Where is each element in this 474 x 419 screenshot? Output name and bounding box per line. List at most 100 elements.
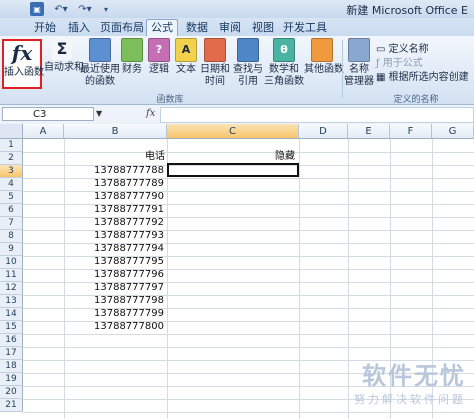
book-icon [311, 38, 333, 62]
gridline [23, 152, 474, 153]
book-icon: ? [148, 38, 170, 62]
row-header-10[interactable]: 10 [0, 256, 23, 269]
cell-b10[interactable]: 13788777795 [64, 256, 164, 268]
formula-bar: C3 ▼ fx [0, 105, 474, 125]
tab-formulas[interactable]: 公式 [146, 19, 178, 36]
cell-b12[interactable]: 13788777797 [64, 282, 164, 294]
formula-input[interactable] [160, 107, 474, 123]
math-trig-button[interactable]: θ 数学和 三角函数 [264, 38, 304, 90]
row-header-6[interactable]: 6 [0, 204, 23, 217]
cell-b11[interactable]: 13788777796 [64, 269, 164, 281]
watermark: 软件无忧 努力解决软件问题 [354, 356, 466, 407]
row-header-7[interactable]: 7 [0, 217, 23, 230]
title-bar: ▣ ↶▾ ↷▾ ▾ 新建 Microsoft Office E [0, 0, 474, 19]
redo-icon[interactable]: ↷▾ [74, 2, 96, 16]
tab-page-layout[interactable]: 页面布局 [99, 20, 145, 36]
watermark-main: 软件无忧 [362, 362, 466, 390]
book-icon [89, 38, 111, 62]
column-header-d[interactable]: D [299, 124, 348, 139]
column-header-g[interactable]: G [432, 124, 474, 139]
ribbon-tabs: 开始 插入 页面布局 公式 数据 审阅 视图 开发工具 [0, 18, 474, 37]
autosum-button[interactable]: Σ 自动求和 [44, 38, 84, 90]
more-functions-button[interactable]: 其他函数 [304, 38, 344, 90]
group-label-defined-names: 定义的名称 [393, 95, 439, 105]
define-name-button[interactable]: ▭ 定义名称 [376, 40, 429, 55]
tab-developer[interactable]: 开发工具 [282, 20, 328, 36]
cell-b15[interactable]: 13788777800 [64, 321, 164, 333]
cell-c3-selected[interactable] [167, 163, 299, 177]
row-header-16[interactable]: 16 [0, 334, 23, 347]
cell-c2[interactable]: 隐藏 [275, 151, 295, 163]
lookup-button[interactable]: 查找与 引用 [232, 38, 264, 90]
cell-b8[interactable]: 13788777793 [64, 230, 164, 242]
cell-b9[interactable]: 13788777794 [64, 243, 164, 255]
tab-view[interactable]: 视图 [248, 20, 278, 36]
column-header-b[interactable]: B [64, 124, 167, 139]
row-header-9[interactable]: 9 [0, 243, 23, 256]
cell-b7[interactable]: 13788777792 [64, 217, 164, 229]
row-header-4[interactable]: 4 [0, 178, 23, 191]
financial-button[interactable]: 财务 [120, 38, 144, 90]
gridline [23, 412, 474, 413]
row-header-13[interactable]: 13 [0, 295, 23, 308]
customize-quick-access-icon[interactable]: ▾ [101, 2, 111, 16]
cell-b13[interactable]: 13788777798 [64, 295, 164, 307]
column-header-a[interactable]: A [23, 124, 64, 139]
ribbon: fx 插入函数 Σ 自动求和 最近使用 的函数 财务 ? 逻辑 A 文本 日期和… [0, 36, 474, 105]
book-icon [237, 38, 259, 62]
book-icon: A [175, 38, 197, 62]
undo-icon[interactable]: ↶▾ [50, 2, 72, 16]
cell-b5[interactable]: 13788777790 [64, 191, 164, 203]
column-header-c[interactable]: C [167, 124, 299, 139]
select-all-corner[interactable] [0, 124, 23, 139]
ribbon-separator [342, 40, 343, 98]
row-header-3[interactable]: 3 [0, 165, 23, 178]
row-header-14[interactable]: 14 [0, 308, 23, 321]
cell-b2[interactable]: 电话 [145, 151, 165, 163]
row-header-5[interactable]: 5 [0, 191, 23, 204]
cell-b3[interactable]: 13788777788 [64, 165, 164, 177]
tab-data[interactable]: 数据 [182, 20, 212, 36]
row-header-19[interactable]: 19 [0, 373, 23, 386]
book-icon: θ [273, 38, 295, 62]
tab-review[interactable]: 审阅 [215, 20, 245, 36]
row-header-21[interactable]: 21 [0, 399, 23, 412]
gridline [23, 347, 474, 348]
recent-functions-button[interactable]: 最近使用 的函数 [80, 38, 120, 90]
book-icon [121, 38, 143, 62]
text-button[interactable]: A 文本 [174, 38, 198, 90]
tag-icon [348, 38, 370, 62]
insert-function-button[interactable]: fx 插入函数 [2, 39, 44, 89]
row-header-17[interactable]: 17 [0, 347, 23, 360]
name-manager-button[interactable]: 名称 管理器 [344, 38, 374, 90]
window-title: 新建 Microsoft Office E [346, 4, 468, 17]
row-header-15[interactable]: 15 [0, 321, 23, 334]
cell-b4[interactable]: 13788777789 [64, 178, 164, 190]
row-header-8[interactable]: 8 [0, 230, 23, 243]
book-icon [204, 38, 226, 62]
row-header-20[interactable]: 20 [0, 386, 23, 399]
datetime-button[interactable]: 日期和 时间 [200, 38, 230, 90]
row-header-1[interactable]: 1 [0, 139, 23, 152]
column-header-f[interactable]: F [390, 124, 432, 139]
gridline [167, 139, 168, 419]
row-header-11[interactable]: 11 [0, 269, 23, 282]
row-header-12[interactable]: 12 [0, 282, 23, 295]
logical-button[interactable]: ? 逻辑 [147, 38, 171, 90]
save-icon[interactable]: ▣ [30, 2, 44, 16]
tab-insert[interactable]: 插入 [64, 20, 94, 36]
row-header-18[interactable]: 18 [0, 360, 23, 373]
row-header-2[interactable]: 2 [0, 152, 23, 165]
fx-icon: fx [11, 41, 33, 65]
sigma-icon: Σ [52, 38, 72, 60]
cell-b6[interactable]: 13788777791 [64, 204, 164, 216]
use-in-formula-button[interactable]: ƒ 用于公式 [376, 54, 423, 69]
column-header-e[interactable]: E [348, 124, 390, 139]
fx-icon[interactable]: fx [146, 108, 155, 119]
gridline [23, 334, 474, 335]
create-from-selection-button[interactable]: ▦ 根据所选内容创建 [376, 68, 469, 83]
name-box[interactable]: C3 [2, 107, 94, 121]
tab-home[interactable]: 开始 [30, 20, 60, 36]
cell-b14[interactable]: 13788777799 [64, 308, 164, 320]
chevron-down-icon[interactable]: ▼ [96, 109, 102, 118]
